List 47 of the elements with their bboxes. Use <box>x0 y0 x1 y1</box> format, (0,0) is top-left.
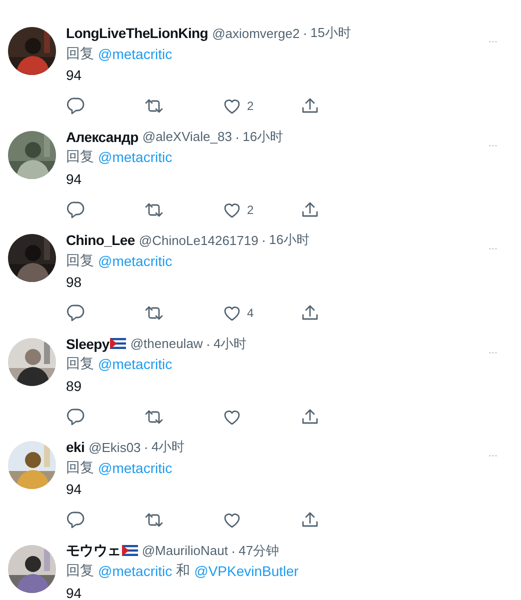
user-name[interactable]: Александр <box>66 128 138 144</box>
user-name[interactable]: Chino_Lee <box>66 232 135 248</box>
reply-label: 回复 <box>66 252 94 270</box>
reply-label: 回复 <box>66 148 94 166</box>
tweet-text: 98 <box>66 273 83 292</box>
timestamp[interactable]: 16小时 <box>242 128 284 146</box>
user-name[interactable]: Sleepy <box>66 336 110 352</box>
tweet-text: 94 <box>66 584 83 600</box>
timestamp[interactable]: 4小时 <box>213 334 247 352</box>
reply-icon[interactable] <box>66 510 86 530</box>
separator-dot: · <box>230 542 236 558</box>
user-handle[interactable]: @aleXViale_83 <box>142 129 232 144</box>
tweet-text: 89 <box>66 376 83 396</box>
user-name[interactable]: LongLiveTheLionKing <box>66 25 208 41</box>
separator-dot: · <box>261 232 266 248</box>
reply-icon[interactable] <box>66 96 86 116</box>
user-name[interactable]: eki <box>66 439 85 455</box>
reply-label: 回复 <box>66 355 94 373</box>
like-count: 4 <box>247 306 254 320</box>
user-name[interactable]: モウウェ <box>66 542 121 560</box>
user-handle[interactable]: @MaurilioNaut <box>142 543 228 558</box>
separator-dot: · <box>144 439 148 455</box>
like-count: 2 <box>247 202 254 216</box>
timestamp[interactable]: 47分钟 <box>238 542 280 560</box>
reply-label: 回复 <box>66 44 94 62</box>
share-icon[interactable] <box>300 200 320 220</box>
timestamp[interactable]: 4小时 <box>151 438 185 456</box>
reply-label: 回复 <box>66 562 94 580</box>
reply-label: 回复 <box>66 458 94 476</box>
user-handle[interactable]: @axiomverge2 <box>212 26 300 40</box>
reply-icon[interactable] <box>66 406 86 426</box>
separator-dot: · <box>302 25 308 41</box>
separator-dot: · <box>206 336 210 352</box>
share-icon[interactable] <box>300 406 320 426</box>
tweet-text: 94 <box>66 170 83 188</box>
timestamp[interactable]: 15小时 <box>310 24 351 42</box>
reply-icon[interactable] <box>66 200 86 220</box>
user-handle[interactable]: @theneulaw <box>130 336 203 351</box>
tweet-text: 94 <box>66 480 83 499</box>
user-handle[interactable]: @ChinoLe14261719 <box>138 232 258 248</box>
like-count: 2 <box>247 99 254 113</box>
reply-label: 和 <box>176 562 190 580</box>
reply-icon[interactable] <box>66 303 86 323</box>
separator-dot: · <box>234 128 240 144</box>
timestamp[interactable]: 16小时 <box>269 231 310 249</box>
user-handle[interactable]: @Ekis03 <box>88 440 141 454</box>
tweet-text: 94 <box>66 66 83 85</box>
